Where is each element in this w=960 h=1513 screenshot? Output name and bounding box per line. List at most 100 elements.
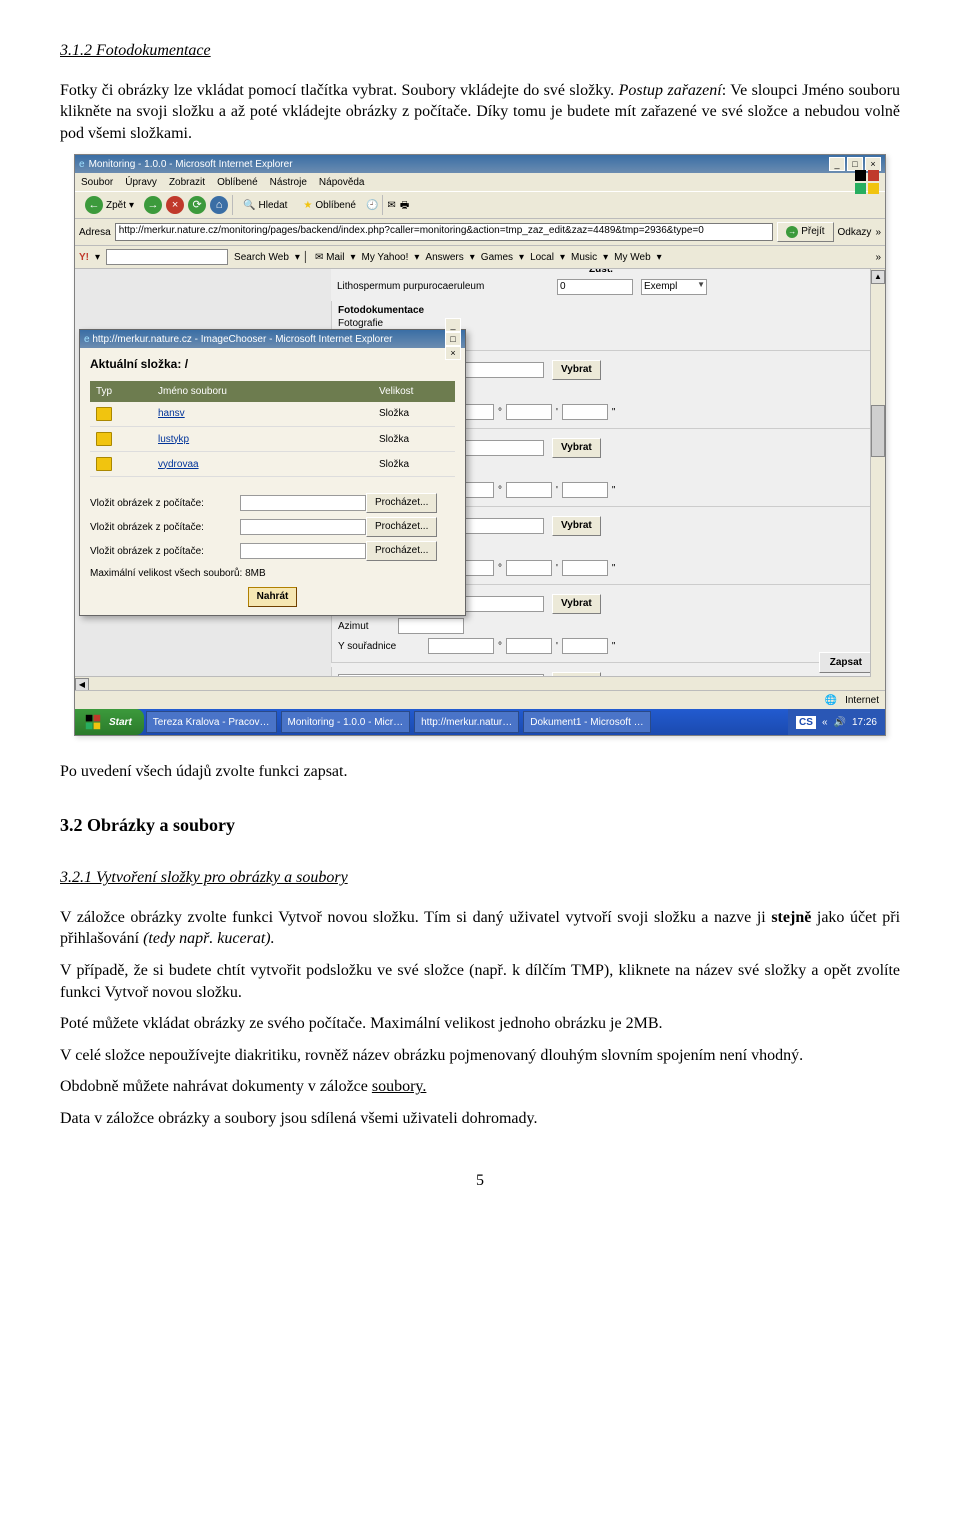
menubar: Soubor Úpravy Zobrazit Oblíbené Nástroje… (75, 173, 885, 191)
taskbar-item[interactable]: Dokument1 - Microsoft … (523, 711, 650, 733)
yahoo-item[interactable]: Local (530, 251, 554, 265)
value-input[interactable]: 0 (557, 279, 633, 295)
second-label: " (612, 406, 616, 420)
search-label: Hledat (259, 199, 288, 213)
text-underline: soubory. (372, 1078, 427, 1095)
chevron-icon[interactable]: » (875, 226, 881, 240)
popup-close[interactable]: × (445, 346, 461, 360)
url-field[interactable]: http://merkur.nature.cz/monitoring/pages… (115, 223, 774, 241)
paragraph: V případě, že si budete chtít vytvořit p… (60, 960, 900, 1003)
text: V záložce obrázky zvolte funkci Vytvoř n… (60, 909, 771, 926)
select-button[interactable]: Vybrat (552, 516, 601, 536)
folder-link[interactable]: hansv (158, 408, 185, 419)
yahoo-search-input[interactable] (106, 249, 228, 265)
select-button[interactable]: Vybrat (552, 594, 601, 614)
folder-icon (96, 432, 112, 446)
horizontal-scrollbar[interactable]: ◀ (75, 676, 871, 691)
yahoo-item[interactable]: My Web (614, 251, 651, 265)
lang-indicator[interactable]: CS (796, 716, 816, 730)
browse-button[interactable]: Procházet... (366, 493, 437, 513)
browse-button[interactable]: Procházet... (366, 541, 437, 561)
yahoo-item[interactable]: ✉ Mail (315, 251, 345, 265)
ie-icon: e (79, 158, 85, 172)
start-button[interactable]: Start (75, 709, 144, 735)
menu-item[interactable]: Nástroje (270, 176, 307, 190)
links-label[interactable]: Odkazy (838, 226, 872, 240)
browse-button[interactable]: Procházet... (366, 517, 437, 537)
paragraph: Obdobně můžete nahrávat dokumenty v zálo… (60, 1076, 900, 1098)
folder-icon (96, 407, 112, 421)
file-input[interactable] (240, 495, 366, 511)
star-icon: ★ (303, 199, 312, 213)
screenshot-ie-window: e Monitoring - 1.0.0 - Microsoft Interne… (74, 154, 886, 736)
folder-link[interactable]: lustykp (158, 434, 189, 445)
popup-maximize[interactable]: □ (445, 332, 461, 346)
yahoo-item[interactable]: Games (481, 251, 513, 265)
search-button[interactable]: 🔍 Hledat (237, 196, 293, 216)
text: Obdobně můžete nahrávat dokumenty v zálo… (60, 1078, 372, 1095)
history-icon[interactable]: 🕘 (366, 199, 378, 213)
scroll-thumb[interactable] (871, 405, 885, 457)
mail-icon[interactable]: ✉ (387, 199, 395, 213)
favorites-button[interactable]: ★ Oblíbené (297, 196, 362, 216)
popup-minimize[interactable]: _ (445, 318, 461, 332)
menu-item[interactable]: Zobrazit (169, 176, 205, 190)
folder-link[interactable]: vydrovaa (158, 459, 199, 470)
azimut-input[interactable] (398, 618, 464, 634)
chevron-icon[interactable]: » (875, 251, 881, 265)
yahoo-item[interactable]: My Yahoo! (361, 251, 408, 265)
yahoo-item[interactable]: Answers (425, 251, 463, 265)
text-italic: Postup zařazení (619, 82, 722, 99)
volume-icon[interactable]: 🔊 (834, 716, 846, 730)
scroll-up-icon[interactable]: ▲ (871, 270, 885, 284)
heading-3-2-1: 3.2.1 Vytvoření složky pro obrázky a sou… (60, 867, 900, 889)
back-label: Zpět (106, 199, 126, 213)
vertical-scrollbar[interactable]: ▲ (870, 269, 885, 691)
min-input[interactable] (506, 560, 552, 576)
yahoo-item[interactable]: Search Web (234, 251, 289, 265)
sec-input[interactable] (562, 560, 608, 576)
taskbar-item[interactable]: Monitoring - 1.0.0 - Micr… (281, 711, 411, 733)
upload-button[interactable]: Nahrát (248, 587, 298, 607)
refresh-icon[interactable]: ⟳ (188, 196, 206, 214)
size-cell: Složka (373, 402, 455, 427)
print-icon[interactable]: 🖶 (400, 199, 409, 213)
forward-icon[interactable]: → (144, 196, 162, 214)
home-icon[interactable]: ⌂ (210, 196, 228, 214)
close-button[interactable]: × (865, 157, 881, 171)
min-input[interactable] (506, 404, 552, 420)
menu-item[interactable]: Soubor (81, 176, 113, 190)
minimize-button[interactable]: _ (829, 157, 845, 171)
taskbar-item[interactable]: Tereza Kralova - Pracov… (146, 711, 277, 733)
status-bar: 🌐 Internet (75, 690, 885, 709)
min-input[interactable] (506, 638, 552, 654)
paragraph: V celé složce nepoužívejte diakritiku, r… (60, 1045, 900, 1067)
maximize-button[interactable]: □ (847, 157, 863, 171)
go-label: Přejít (801, 225, 824, 239)
back-button[interactable]: ← Zpět ▾ (79, 193, 140, 217)
status-text: Internet (845, 694, 879, 708)
go-button[interactable]: → Přejít (777, 222, 833, 242)
current-folder-label: Aktuální složka: / (90, 356, 455, 372)
ycoord-input[interactable] (428, 638, 494, 654)
clock: 17:26 (852, 716, 877, 730)
menu-item[interactable]: Nápověda (319, 176, 365, 190)
menu-item[interactable]: Oblíbené (217, 176, 258, 190)
yahoo-item[interactable]: Music (571, 251, 597, 265)
min-input[interactable] (506, 482, 552, 498)
file-input[interactable] (240, 543, 366, 559)
stop-icon[interactable]: × (166, 196, 184, 214)
unit-dropdown[interactable]: Exempl (641, 279, 707, 295)
species-name: Lithospermum purpurocaeruleum (337, 280, 557, 294)
select-button[interactable]: Vybrat (552, 360, 601, 380)
second-label: " (612, 484, 616, 498)
insert-label: Vložit obrázek z počítače: (90, 521, 240, 535)
sec-input[interactable] (562, 638, 608, 654)
sec-input[interactable] (562, 404, 608, 420)
save-button[interactable]: Zapsat (819, 652, 873, 674)
sec-input[interactable] (562, 482, 608, 498)
select-button[interactable]: Vybrat (552, 438, 601, 458)
menu-item[interactable]: Úpravy (125, 176, 157, 190)
taskbar-item[interactable]: http://merkur.natur… (414, 711, 519, 733)
file-input[interactable] (240, 519, 366, 535)
